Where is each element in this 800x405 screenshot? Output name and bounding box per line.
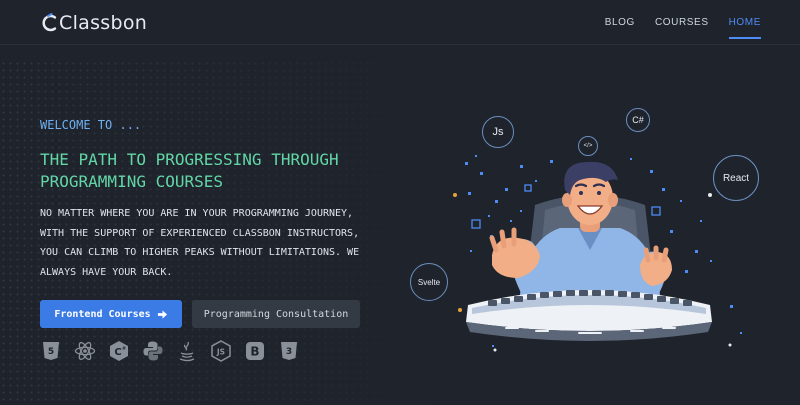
main-nav: BLOG COURSES HOME [585, 0, 762, 44]
frontend-courses-label: Frontend Courses [54, 308, 151, 320]
logo-text: Classbon [59, 12, 148, 34]
js-bubble: Js [482, 116, 514, 148]
hero-description: NO MATTER WHERE YOU ARE IN YOUR PROGRAMM… [40, 208, 360, 278]
arrow-right-icon [157, 309, 167, 319]
csharp-bubble: C# [626, 108, 650, 132]
site-header: Classbon BLOG COURSES HOME [0, 0, 800, 45]
welcome-text: WELCOME TO ... [40, 118, 142, 132]
svg-text:B: B [250, 345, 259, 359]
nav-courses[interactable]: COURSES [655, 11, 709, 34]
react-bubble: React [713, 155, 759, 201]
programming-consultation-label: Programming Consultation [203, 308, 349, 320]
react-icon [74, 340, 96, 362]
hero-section: WELCOME TO ... THE PATH TO PROGRESSING T… [40, 118, 460, 282]
nav-blog[interactable]: BLOG [605, 11, 635, 34]
code-bubble: </> [578, 136, 598, 156]
html5-icon: 5 [40, 340, 62, 362]
svg-text:C: C [114, 347, 121, 358]
tech-icons-row: 5 C # JS B 3 [40, 340, 300, 362]
svg-text:JS: JS [216, 348, 225, 357]
java-icon [176, 340, 198, 362]
hero-headline: THE PATH TO PROGRESSING THROUGH PROGRAMM… [40, 150, 339, 191]
hero-illustration: Js </> C# React Svelte [400, 100, 780, 370]
bootstrap-icon: B [244, 340, 266, 362]
logo[interactable]: Classbon [42, 10, 147, 36]
css3-icon: 3 [278, 340, 300, 362]
svg-text:#: # [122, 346, 126, 352]
nodejs-icon: JS [210, 340, 232, 362]
svg-text:5: 5 [48, 347, 54, 357]
logo-mark-icon [42, 13, 57, 32]
hero-buttons: Frontend Courses Programming Consultatio… [40, 300, 360, 328]
svg-text:3: 3 [286, 347, 292, 357]
python-icon [142, 340, 164, 362]
frontend-courses-button[interactable]: Frontend Courses [40, 300, 182, 328]
svelte-bubble: Svelte [410, 263, 448, 301]
programming-consultation-button[interactable]: Programming Consultation [192, 300, 360, 328]
nav-home[interactable]: HOME [728, 11, 762, 39]
csharp-icon: C # [108, 340, 130, 362]
